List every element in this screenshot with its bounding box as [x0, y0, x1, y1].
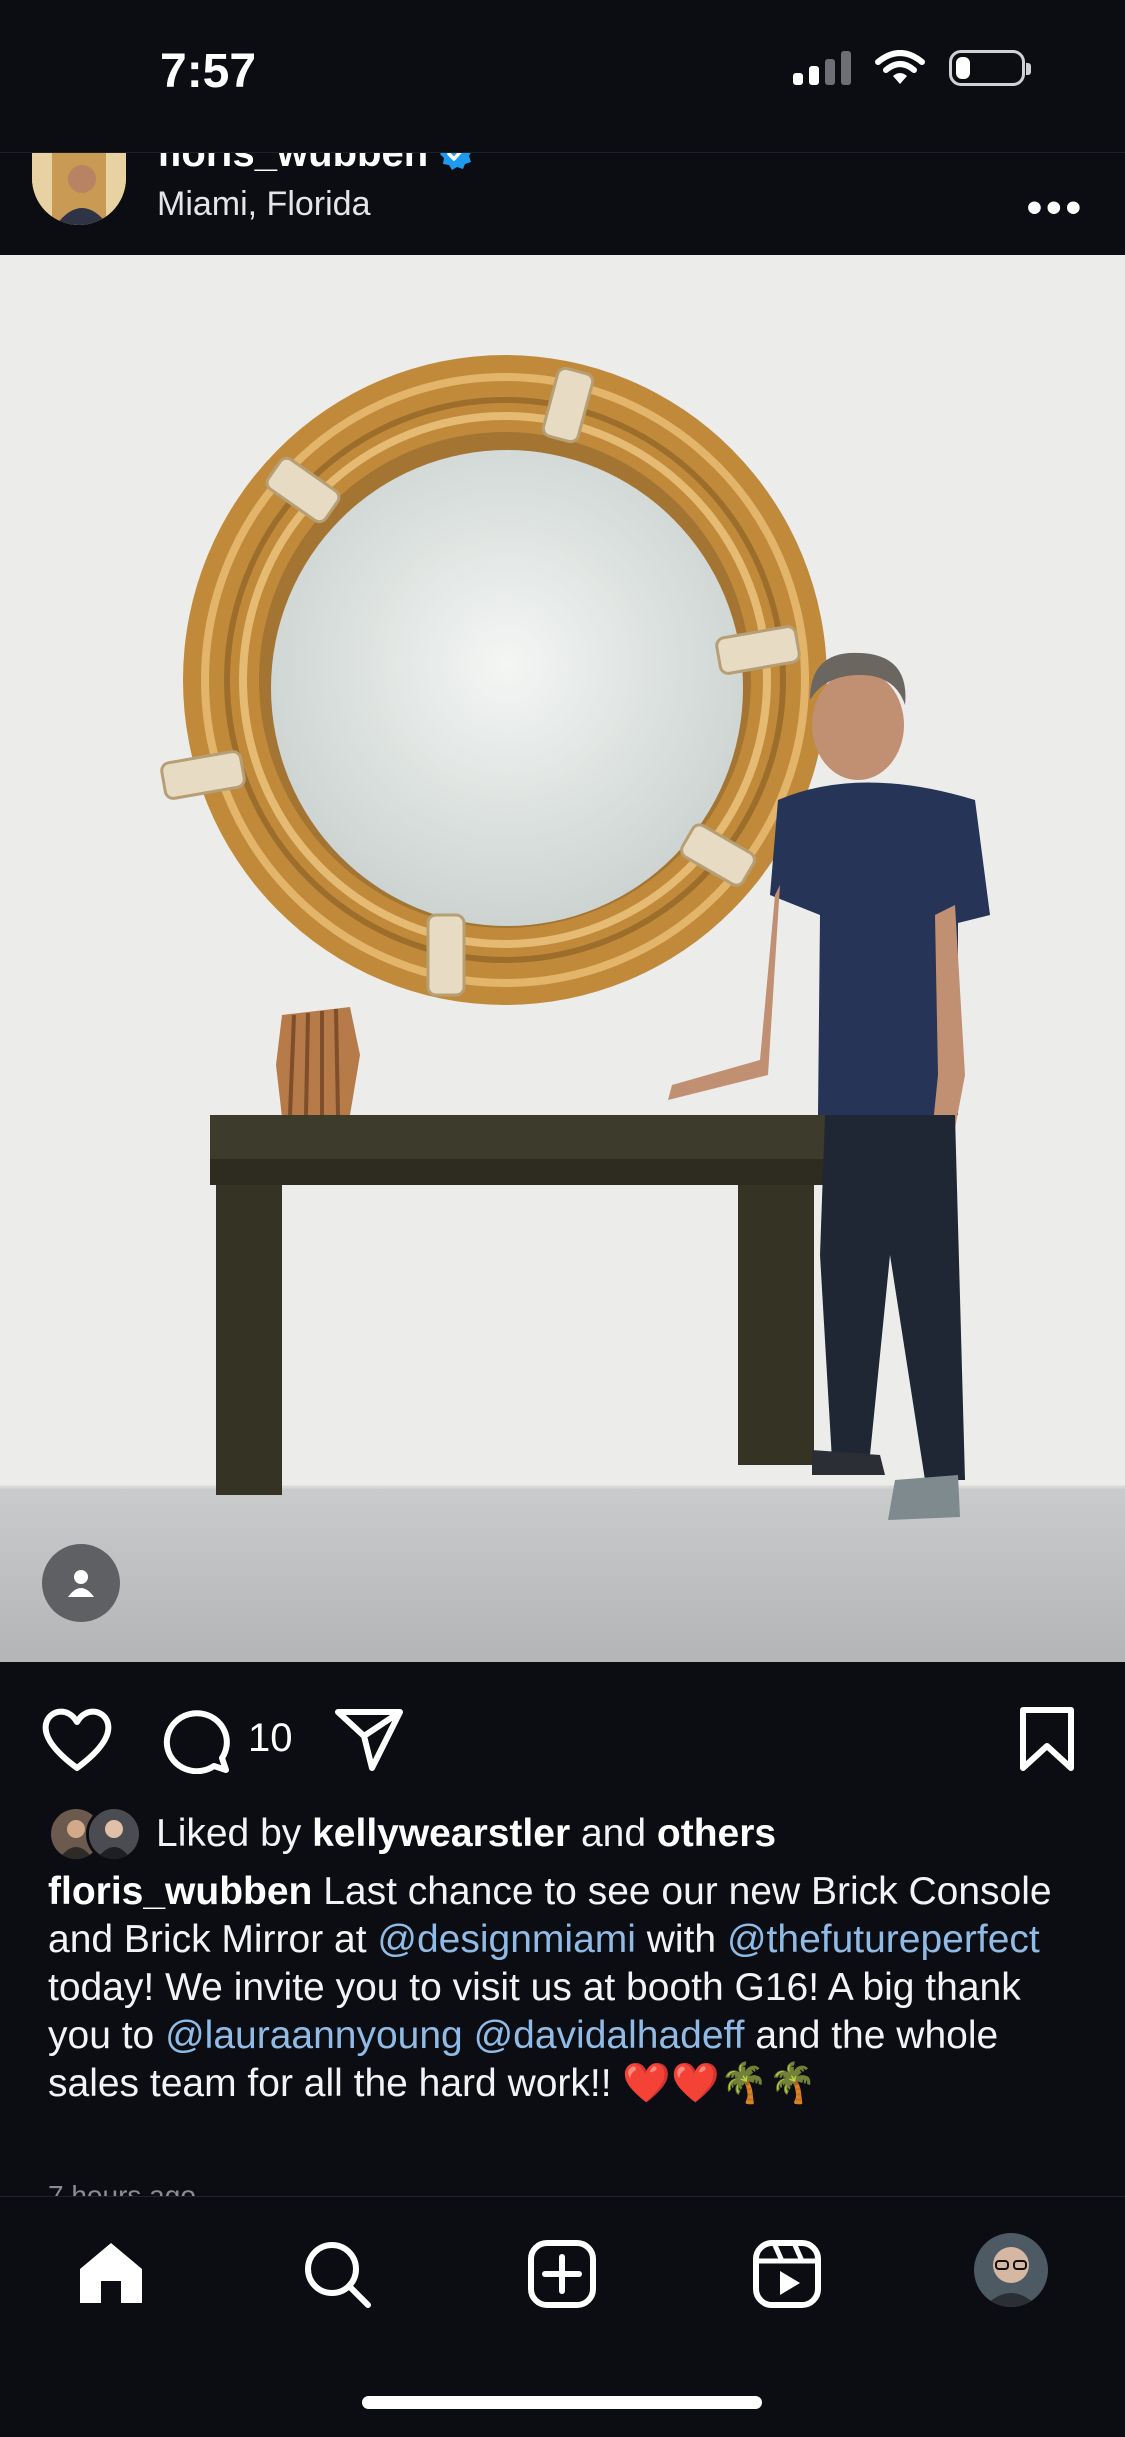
more-options-button[interactable]: •••: [1027, 183, 1085, 233]
post-actions: 10: [0, 1662, 1125, 1802]
status-bar: 7:57: [0, 0, 1125, 152]
caption-author[interactable]: floris_wubben: [48, 1870, 312, 1913]
liked-by-others[interactable]: others: [657, 1812, 776, 1855]
comment-count[interactable]: 10: [248, 1716, 293, 1761]
post-location[interactable]: Miami, Florida: [157, 185, 370, 224]
status-time: 7:57: [160, 45, 257, 98]
profile-avatar[interactable]: [974, 2233, 1048, 2307]
mention-link[interactable]: @davidalhadeff: [474, 2014, 745, 2057]
liker-avatar: [86, 1806, 142, 1862]
bookmark-icon[interactable]: [1018, 1706, 1076, 1772]
likes-text: Liked by kellywearstler and others: [156, 1812, 777, 1855]
wifi-icon: [875, 50, 925, 84]
reels-icon[interactable]: [752, 2239, 822, 2309]
share-icon[interactable]: [334, 1706, 404, 1772]
post-header: floris_wubben Miami, Florida •••: [0, 152, 1125, 256]
cellular-signal-icon: [793, 51, 851, 85]
create-icon[interactable]: [527, 2239, 597, 2309]
status-icons: [793, 50, 1031, 86]
author-avatar[interactable]: [32, 153, 126, 225]
photo-illustration: [0, 255, 1125, 1662]
battery-icon: [949, 50, 1031, 86]
heart-icon[interactable]: [40, 1706, 114, 1772]
verified-badge-icon: [440, 153, 472, 170]
tagged-people-button[interactable]: [42, 1544, 120, 1622]
mention-link[interactable]: @thefutureperfect: [727, 1918, 1040, 1961]
post-photo[interactable]: [0, 255, 1125, 1662]
post-caption: floris_wubben Last chance to see our new…: [48, 1870, 1052, 2105]
home-icon[interactable]: [76, 2239, 146, 2307]
comment-icon[interactable]: [162, 1706, 232, 1774]
likes-row[interactable]: Liked by kellywearstler and others: [48, 1806, 776, 1862]
search-icon[interactable]: [302, 2239, 372, 2309]
person-icon: [68, 1570, 94, 1597]
mention-link[interactable]: @lauraannyoung: [165, 2014, 463, 2057]
author-username[interactable]: floris_wubben: [157, 153, 428, 176]
username-row: floris_wubben: [157, 153, 474, 176]
mention-link[interactable]: @designmiami: [377, 1918, 636, 1961]
home-indicator: [362, 2396, 762, 2409]
liked-by-user[interactable]: kellywearstler: [312, 1812, 570, 1855]
